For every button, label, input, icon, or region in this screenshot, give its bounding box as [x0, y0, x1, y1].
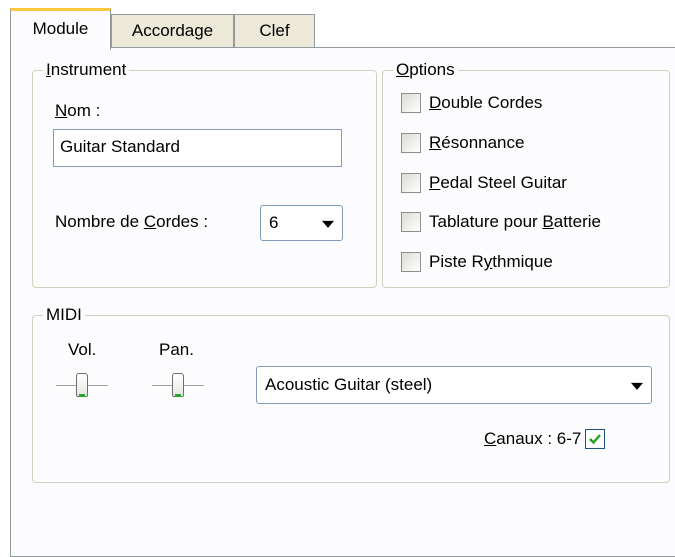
- checkbox-piste-rythmique[interactable]: Piste Rythmique: [401, 252, 553, 272]
- pan-slider[interactable]: [152, 370, 204, 400]
- checkbox-box[interactable]: [401, 252, 421, 272]
- tab-clef[interactable]: Clef: [234, 14, 315, 48]
- checkbox-resonnance[interactable]: Résonnance: [401, 133, 524, 153]
- checkbox-label: Pedal Steel Guitar: [429, 173, 567, 192]
- name-label: Nom :: [55, 101, 101, 120]
- midi-instrument-select[interactable]: Acoustic Guitar (steel): [256, 366, 652, 404]
- checkbox-pedal-steel-guitar[interactable]: Pedal Steel Guitar: [401, 173, 567, 193]
- tab-accordage-label: Accordage: [131, 21, 214, 40]
- checkbox-label: Double Cordes: [429, 93, 543, 112]
- instrument-name-input[interactable]: Guitar Standard: [53, 129, 342, 167]
- volume-slider-thumb[interactable]: [76, 373, 88, 397]
- checkbox-box[interactable]: [401, 93, 421, 113]
- checkmark-icon: [589, 434, 602, 445]
- tab-module-label: Module: [32, 19, 89, 38]
- checkbox-label: Tablature pour Batterie: [429, 212, 601, 231]
- checkbox-box[interactable]: [401, 133, 421, 153]
- checkbox-double-cordes[interactable]: Double Cordes: [401, 93, 542, 113]
- instrument-legend: Instrument: [43, 60, 130, 80]
- midi-legend: MIDI: [43, 305, 85, 325]
- midi-instrument-value: Acoustic Guitar (steel): [265, 375, 433, 394]
- volume-label: Vol.: [68, 340, 97, 359]
- strings-label: Nombre de Cordes :: [55, 212, 209, 231]
- tab-accordage[interactable]: Accordage: [111, 14, 234, 48]
- checkbox-label: Piste Rythmique: [429, 252, 553, 271]
- channels-checkbox-box[interactable]: [585, 429, 606, 449]
- chevron-down-icon: [631, 382, 643, 390]
- volume-slider[interactable]: [56, 370, 108, 400]
- channels-checkbox[interactable]: Canaux : 6-7: [484, 429, 613, 449]
- tab-panel-module: Instrument Nom : Guitar Standard Nombre …: [10, 47, 675, 557]
- chevron-down-icon: [322, 220, 334, 228]
- pan-label: Pan.: [159, 340, 194, 359]
- instrument-name-value: Guitar Standard: [60, 137, 181, 156]
- checkbox-label: Résonnance: [429, 133, 525, 152]
- checkbox-tablature-batterie[interactable]: Tablature pour Batterie: [401, 212, 601, 232]
- tab-clef-label: Clef: [259, 21, 290, 40]
- strings-count-select[interactable]: 6: [260, 205, 343, 241]
- options-legend: Options: [393, 60, 458, 80]
- checkbox-box[interactable]: [401, 173, 421, 193]
- strings-count-value: 6: [269, 213, 279, 232]
- pan-slider-thumb[interactable]: [172, 373, 184, 397]
- checkbox-box[interactable]: [401, 212, 421, 232]
- tab-module[interactable]: Module: [10, 8, 111, 50]
- channels-label: Canaux : 6-7: [484, 429, 582, 448]
